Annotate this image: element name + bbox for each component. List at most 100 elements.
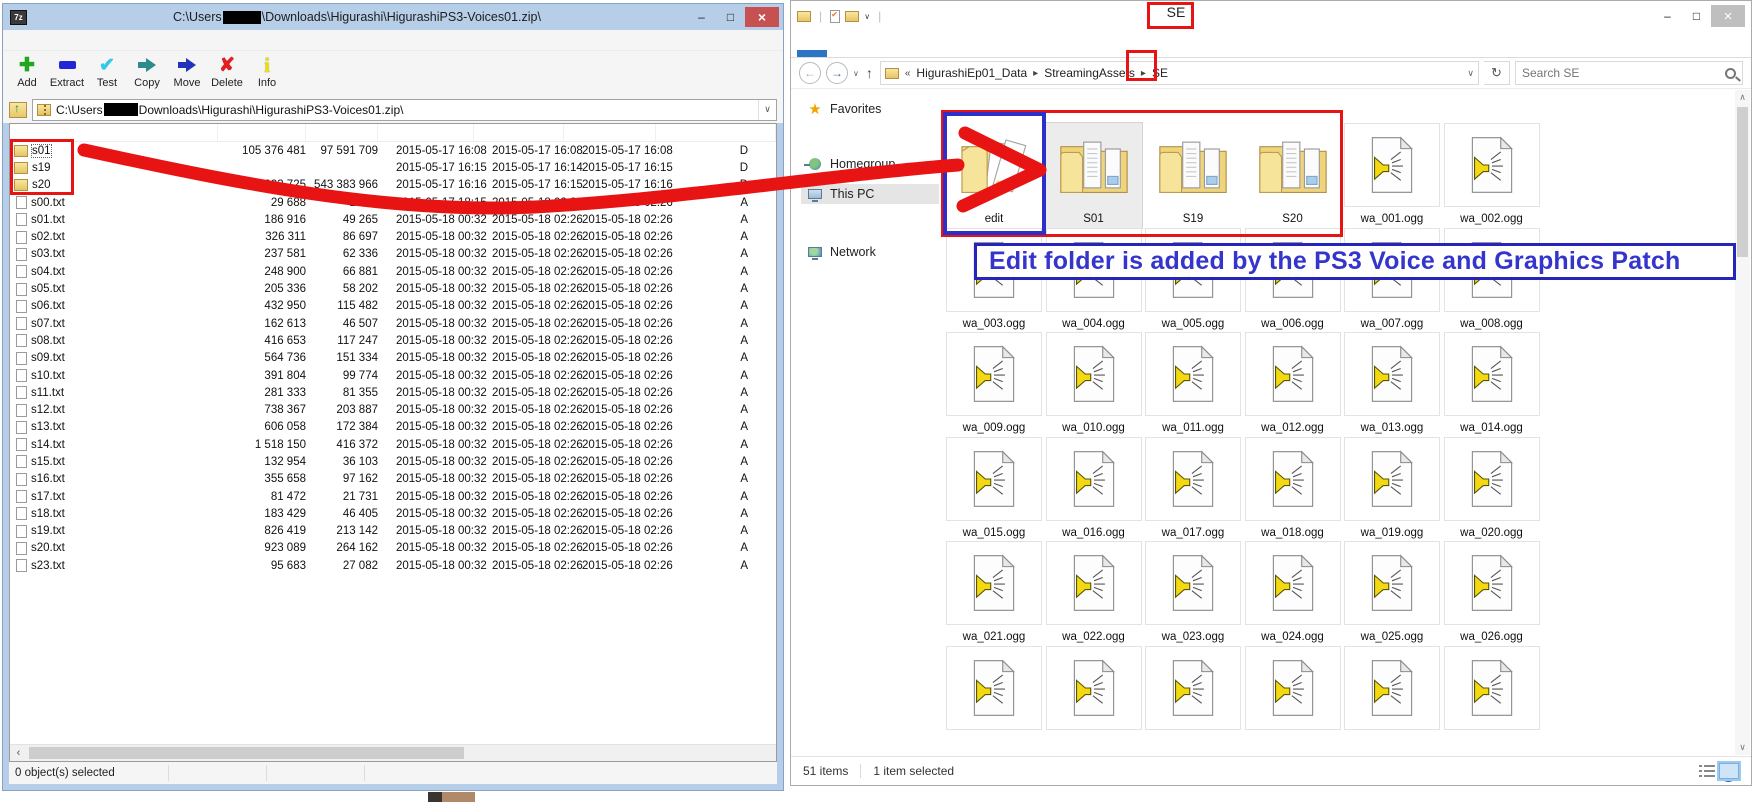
table-row[interactable]: s06.txt 432 950 115 482 2015-05-18 00:32… xyxy=(10,298,776,315)
address-dropdown-chevron-icon[interactable]: ∨ xyxy=(1467,68,1474,79)
properties-icon[interactable] xyxy=(830,10,840,23)
file-tile[interactable]: wa_004.ogg xyxy=(1046,228,1142,333)
table-row[interactable]: s07.txt 162 613 46 507 2015-05-18 00:32 … xyxy=(10,315,776,332)
search-input[interactable] xyxy=(1522,66,1725,80)
file-tile[interactable]: wa_020.ogg xyxy=(1444,437,1540,542)
breadcrumb-item[interactable]: « HigurashiEp01_Data xyxy=(905,66,1027,80)
column-header[interactable] xyxy=(378,124,474,142)
file-tile[interactable] xyxy=(1245,646,1341,751)
new-folder-icon[interactable] xyxy=(845,11,859,22)
file-tile[interactable]: wa_002.ogg xyxy=(1444,123,1540,228)
file-tile[interactable]: wa_017.ogg xyxy=(1145,437,1241,542)
table-row[interactable]: s03.txt 237 581 62 336 2015-05-18 00:32 … xyxy=(10,246,776,263)
ribbon-tab[interactable] xyxy=(827,50,857,57)
table-row[interactable]: s17.txt 81 472 21 731 2015-05-18 00:32 2… xyxy=(10,488,776,505)
refresh-button[interactable]: ↻ xyxy=(1484,61,1510,85)
file-tile[interactable]: wa_001.ogg xyxy=(1344,123,1440,228)
file-tile[interactable]: wa_025.ogg xyxy=(1344,541,1440,646)
toolbar-button[interactable]: ✚ Add xyxy=(7,53,47,89)
sidebar-item[interactable]: Network xyxy=(801,242,882,262)
table-row[interactable]: s01 105 376 481 97 591 709 2015-05-17 16… xyxy=(10,142,776,159)
sidebar-item[interactable]: This PC xyxy=(801,184,939,204)
address-dropdown-arrow[interactable]: ∨ xyxy=(758,100,776,120)
back-button[interactable]: ← xyxy=(799,62,821,84)
column-header[interactable] xyxy=(656,124,776,142)
close-button[interactable]: × xyxy=(1711,5,1745,27)
scroll-left-arrow-icon[interactable]: ‹ xyxy=(10,745,27,761)
file-tile[interactable]: wa_016.ogg xyxy=(1046,437,1142,542)
ribbon-tab[interactable] xyxy=(797,50,827,57)
table-row[interactable]: s12.txt 738 367 203 887 2015-05-18 00:32… xyxy=(10,401,776,418)
details-view-button[interactable] xyxy=(1699,765,1715,778)
toolbar-button[interactable]: ✔ Test xyxy=(87,53,127,89)
breadcrumb-label[interactable]: HigurashiEp01_Data xyxy=(916,66,1027,80)
column-header[interactable] xyxy=(306,124,378,142)
toolbar-button[interactable]: Move xyxy=(167,53,207,89)
ribbon-tab[interactable] xyxy=(857,50,887,57)
column-header[interactable] xyxy=(10,124,218,142)
file-tile[interactable]: wa_015.ogg xyxy=(946,437,1042,542)
file-tile[interactable]: wa_006.ogg xyxy=(1245,228,1341,333)
scroll-down-arrow-icon[interactable]: ∨ xyxy=(1735,740,1750,755)
table-row[interactable]: s05.txt 205 336 58 202 2015-05-18 00:32 … xyxy=(10,280,776,297)
file-tile[interactable]: wa_012.ogg xyxy=(1245,332,1341,437)
file-tile[interactable]: wa_026.ogg xyxy=(1444,541,1540,646)
file-tile[interactable]: wa_018.ogg xyxy=(1245,437,1341,542)
table-row[interactable]: s19.txt 826 419 213 142 2015-05-18 00:32… xyxy=(10,523,776,540)
table-row[interactable]: s00.txt 29 688 1 561 2015-05-17 18:15 20… xyxy=(10,194,776,211)
file-tile[interactable]: wa_009.ogg xyxy=(946,332,1042,437)
sidebar-item[interactable]: ★ Favorites xyxy=(801,99,887,119)
file-tile[interactable]: wa_013.ogg xyxy=(1344,332,1440,437)
forward-button[interactable]: → xyxy=(826,62,848,84)
table-row[interactable]: s15.txt 132 954 36 103 2015-05-18 00:32 … xyxy=(10,453,776,470)
column-header[interactable] xyxy=(474,124,564,142)
vertical-scrollbar[interactable]: ∧ ∨ xyxy=(1735,90,1750,755)
minimize-button[interactable]: – xyxy=(687,7,716,27)
file-tile[interactable]: wa_023.ogg xyxy=(1145,541,1241,646)
file-tile[interactable]: wa_019.ogg xyxy=(1344,437,1440,542)
table-row[interactable]: s16.txt 355 658 97 162 2015-05-18 00:32 … xyxy=(10,471,776,488)
file-tile[interactable]: wa_005.ogg xyxy=(1145,228,1241,333)
file-tile[interactable]: wa_014.ogg xyxy=(1444,332,1540,437)
table-row[interactable]: s20.txt 923 089 264 162 2015-05-18 00:32… xyxy=(10,540,776,557)
maximize-button[interactable]: □ xyxy=(1682,5,1711,27)
table-row[interactable]: s20 580 093 725 543 383 966 2015-05-17 1… xyxy=(10,177,776,194)
search-box[interactable] xyxy=(1515,61,1743,85)
file-tile[interactable]: wa_008.ogg xyxy=(1444,228,1540,333)
qat-customize-chevron-icon[interactable]: ∨ xyxy=(864,12,870,21)
file-tile[interactable]: wa_011.ogg xyxy=(1145,332,1241,437)
horizontal-scrollbar[interactable]: ‹ xyxy=(10,744,776,761)
scrollbar-thumb[interactable] xyxy=(1737,107,1748,257)
toolbar-button[interactable]: Copy xyxy=(127,53,167,89)
file-tile[interactable]: S19 xyxy=(1145,123,1241,228)
table-row[interactable]: s18.txt 183 429 46 405 2015-05-18 00:32 … xyxy=(10,505,776,522)
table-row[interactable]: s11.txt 281 333 81 355 2015-05-18 00:32 … xyxy=(10,384,776,401)
sidebar-item[interactable]: Homegroup xyxy=(801,154,901,174)
toolbar-button[interactable]: i Info xyxy=(247,53,287,89)
file-tile[interactable]: wa_007.ogg xyxy=(1344,228,1440,333)
file-tile[interactable]: wa_022.ogg xyxy=(1046,541,1142,646)
file-tile[interactable]: wa_021.ogg xyxy=(946,541,1042,646)
table-row[interactable]: s08.txt 416 653 117 247 2015-05-18 00:32… xyxy=(10,332,776,349)
toolbar-button[interactable]: ✘ Delete xyxy=(207,53,247,89)
close-button[interactable]: × xyxy=(745,7,779,27)
minimize-button[interactable]: – xyxy=(1653,5,1682,27)
up-level-icon[interactable] xyxy=(9,102,27,118)
breadcrumb[interactable]: « HigurashiEp01_Data ▸ StreamingAssets ▸… xyxy=(880,61,1479,85)
toolbar-button[interactable]: Extract xyxy=(47,53,87,89)
file-tile[interactable]: S20 xyxy=(1245,123,1341,228)
breadcrumb-item[interactable]: ▸ StreamingAssets xyxy=(1033,66,1135,80)
table-row[interactable]: s02.txt 326 311 86 697 2015-05-18 00:32 … xyxy=(10,228,776,245)
table-row[interactable]: s23.txt 95 683 27 082 2015-05-18 00:32 2… xyxy=(10,557,776,574)
file-tile[interactable]: edit xyxy=(946,123,1042,228)
table-row[interactable]: s09.txt 564 736 151 334 2015-05-18 00:32… xyxy=(10,350,776,367)
scrollbar-thumb[interactable] xyxy=(29,747,464,759)
address-combobox[interactable]: C:\UsersDownloads\Higurashi\HigurashiPS3… xyxy=(32,99,777,121)
file-tile[interactable]: wa_003.ogg xyxy=(946,228,1042,333)
table-row[interactable]: s01.txt 186 916 49 265 2015-05-18 00:32 … xyxy=(10,211,776,228)
file-tile[interactable]: wa_010.ogg xyxy=(1046,332,1142,437)
table-row[interactable]: s13.txt 606 058 172 384 2015-05-18 00:32… xyxy=(10,419,776,436)
thumbnails-view-button[interactable] xyxy=(1719,763,1739,779)
up-button[interactable]: ↑ xyxy=(866,65,873,81)
breadcrumb-item[interactable]: ▸ SE xyxy=(1141,66,1168,80)
